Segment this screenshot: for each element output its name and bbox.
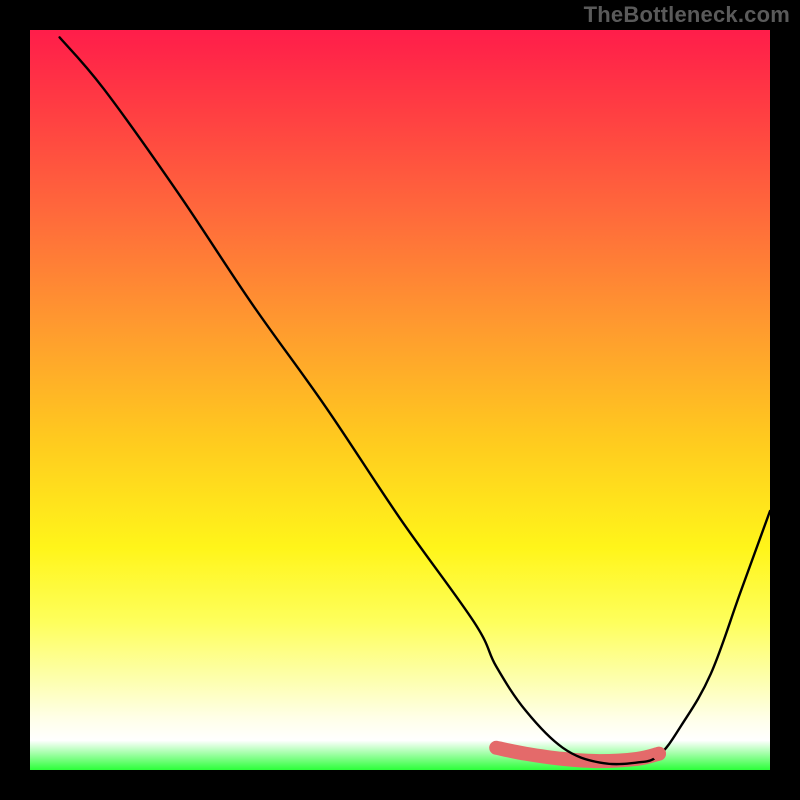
curve-marker [652, 747, 666, 761]
optimal-band [496, 748, 659, 761]
bottleneck-curve [60, 37, 770, 764]
chart-svg [30, 30, 770, 770]
chart-frame: TheBottleneck.com [0, 0, 800, 800]
watermark-label: TheBottleneck.com [584, 2, 790, 28]
plot-area [30, 30, 770, 770]
